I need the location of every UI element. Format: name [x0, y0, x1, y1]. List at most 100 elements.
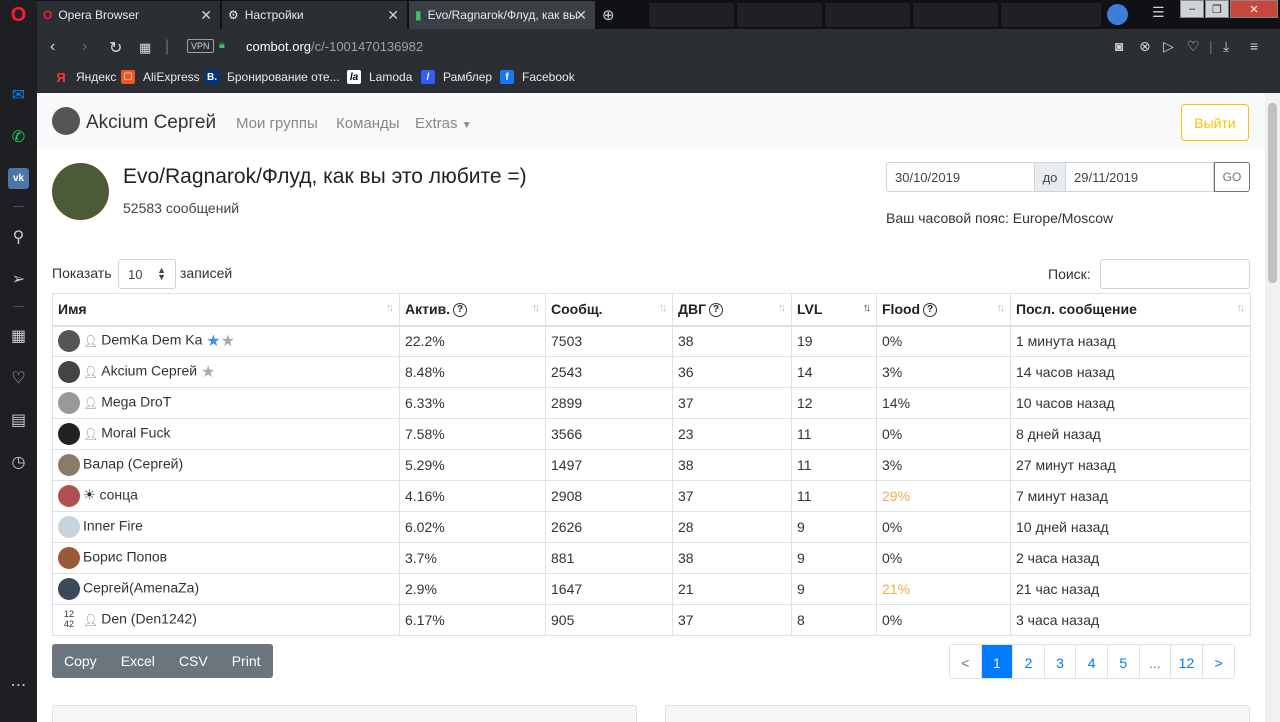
flow-icon[interactable]: ▷ [1163, 38, 1174, 55]
username[interactable]: Akcium Сергей [86, 112, 216, 134]
bookmark-booking[interactable]: B. Бронирование оте... [205, 70, 340, 84]
admin-icon: 👤︎ [83, 427, 99, 441]
pagination: < 1 2 3 4 5 ... 12 > [949, 644, 1236, 679]
more-icon[interactable]: ⋯ [8, 674, 29, 695]
col-messages[interactable]: Сообщ. ↑↓ [545, 293, 673, 327]
table-row: ☀ сонца 4.16% 2908 37 11 29% 7 минут назад [52, 480, 1251, 512]
tab-background[interactable] [1001, 3, 1101, 27]
tab-background[interactable] [649, 3, 734, 27]
opera-logo-icon[interactable]: O [8, 4, 29, 26]
table-row: 👤︎ Moral Fuck 7.58% 3566 23 11 0% 8 дней назад [52, 418, 1251, 450]
bookmark-rambler[interactable]: / Рамблер [421, 70, 492, 84]
members-table: Имя ↑↓ Актив.? ↑↓ Сообщ. ↑↓ ДВГ? ↑↓ LVL ↑↓ Fl… [52, 293, 1251, 636]
vk-icon[interactable]: vk [8, 168, 29, 189]
minimize-button[interactable]: – [1180, 0, 1204, 18]
whatsapp-icon[interactable]: ✆ [8, 126, 29, 147]
page-next[interactable]: > [1203, 645, 1235, 678]
back-icon[interactable]: ‹ [50, 38, 55, 56]
scrollbar-thumb[interactable] [1268, 103, 1277, 283]
bookmark-lamoda[interactable]: la Lamoda [347, 70, 412, 84]
tab-opera[interactable]: O Opera Browser ✕ [37, 1, 221, 29]
page-2[interactable]: 2 [1013, 645, 1045, 678]
camera-icon[interactable]: ◙ [1115, 38, 1123, 54]
col-dvg[interactable]: ДВГ? ↑↓ [672, 293, 792, 327]
close-icon[interactable]: ✕ [575, 7, 587, 24]
name-cell: 👤︎ Moral Fuck [52, 418, 400, 450]
maximize-button[interactable]: ❐ [1205, 0, 1229, 18]
adblock-icon[interactable]: ⊗ [1139, 38, 1151, 55]
tab-grid-icon[interactable]: ▦ [139, 40, 151, 56]
table-row: 12 42 👤︎ Den (Den1242) 6.17% 905 37 8 0% 3 часа … [52, 604, 1251, 636]
name-cell: 👤︎ DemKa Dem Ka ★★ [52, 325, 400, 357]
page-5[interactable]: 5 [1108, 645, 1140, 678]
page-12[interactable]: 12 [1171, 645, 1203, 678]
easy-setup-icon[interactable]: ☰ [1152, 4, 1165, 21]
nav-commands[interactable]: Команды [336, 115, 400, 132]
news-icon[interactable]: ▤ [8, 409, 29, 430]
table-row: Сергей(AmenaZa) 2.9% 1647 21 9 21% 21 час наз… [52, 573, 1251, 605]
messenger-icon[interactable]: ✉ [8, 84, 29, 105]
user-avatar[interactable] [52, 107, 80, 135]
history-icon[interactable]: ◷ [8, 451, 29, 472]
help-icon[interactable]: ? [453, 303, 468, 318]
tab-background[interactable] [913, 3, 998, 27]
page-3[interactable]: 3 [1045, 645, 1077, 678]
name-cell: Inner Fire [52, 511, 400, 543]
page-4[interactable]: 4 [1076, 645, 1108, 678]
sort-icon: ↑↓ [997, 302, 1005, 314]
page-length-select[interactable]: 10 ▲ ▼ [118, 259, 176, 289]
date-to-input[interactable]: 29/11/2019 [1065, 162, 1214, 192]
new-tab-icon[interactable]: ⊕ [602, 6, 615, 24]
close-window-button[interactable]: ✕ [1230, 0, 1278, 18]
tab-settings[interactable]: ⚙ Настройки ✕ [222, 1, 408, 29]
close-icon[interactable]: ✕ [200, 7, 212, 24]
col-last-message[interactable]: Посл. сообщение ↑↓ [1010, 293, 1251, 327]
copy-button[interactable]: Copy [52, 644, 109, 678]
reload-icon[interactable]: ↻ [109, 38, 122, 58]
bookmark-facebook[interactable]: f Facebook [500, 70, 575, 84]
heart-icon[interactable]: ♡ [1187, 38, 1200, 55]
col-name[interactable]: Имя ↑↓ [52, 293, 400, 327]
tab-combot[interactable]: ▮ Evo/Ragnarok/Флуд, как вы ✕ [409, 1, 596, 29]
col-lvl[interactable]: LVL ↑↓ [791, 293, 877, 327]
member-avatar [58, 330, 80, 353]
col-activity[interactable]: Актив.? ↑↓ [399, 293, 546, 327]
tab-background[interactable] [825, 3, 910, 27]
search-input[interactable] [1100, 259, 1250, 289]
forward-icon[interactable]: › [82, 38, 87, 56]
date-from-input[interactable]: 30/10/2019 [886, 162, 1035, 192]
yandex-icon: Я [56, 69, 66, 85]
sort-icon: ↑↓ [1237, 302, 1245, 314]
logout-button[interactable]: Выйти [1181, 104, 1249, 141]
gear-icon: ⚙ [228, 8, 239, 22]
page-1[interactable]: 1 [981, 645, 1014, 678]
page-ellipsis: ... [1140, 645, 1172, 678]
tab-menu-icon[interactable] [1107, 4, 1128, 25]
bookmark-aliexpress[interactable]: ☐ AliExpress [121, 70, 200, 84]
help-icon[interactable]: ? [709, 303, 724, 318]
excel-button[interactable]: Excel [109, 644, 167, 678]
address-bar: ‹ › ↻ ▦ | VPN 🔒︎ combot.org/c/-100147013… [37, 29, 1280, 64]
print-button[interactable]: Print [220, 644, 273, 678]
lock-icon[interactable]: 🔒︎ [219, 39, 228, 51]
menu-icon[interactable]: ≡ [1250, 38, 1258, 54]
send-icon[interactable]: ➢ [8, 268, 29, 289]
close-icon[interactable]: ✕ [387, 7, 399, 24]
nav-extras[interactable]: Extras ▼ [415, 115, 472, 132]
nav-my-groups[interactable]: Мои группы [236, 115, 318, 132]
col-flood[interactable]: Flood? ↑↓ [876, 293, 1011, 327]
page-prev[interactable]: < [950, 645, 982, 678]
go-button[interactable]: GO [1214, 162, 1250, 192]
speed-dial-icon[interactable]: ▦ [8, 325, 29, 346]
heart-icon[interactable]: ♡ [8, 367, 29, 388]
search-icon[interactable]: ⚲ [8, 226, 29, 247]
url-field[interactable]: combot.org/c/-1001470136982 [246, 39, 423, 54]
vpn-badge[interactable]: VPN [187, 39, 214, 53]
bookmark-yandex[interactable]: Я Яндекс [54, 69, 116, 85]
tab-background[interactable] [737, 3, 822, 27]
csv-button[interactable]: CSV [167, 644, 220, 678]
page-scrollbar[interactable] [1265, 93, 1280, 722]
help-icon[interactable]: ? [923, 303, 938, 318]
download-icon[interactable]: ⤓ [1223, 38, 1229, 55]
divider: | [165, 38, 170, 55]
